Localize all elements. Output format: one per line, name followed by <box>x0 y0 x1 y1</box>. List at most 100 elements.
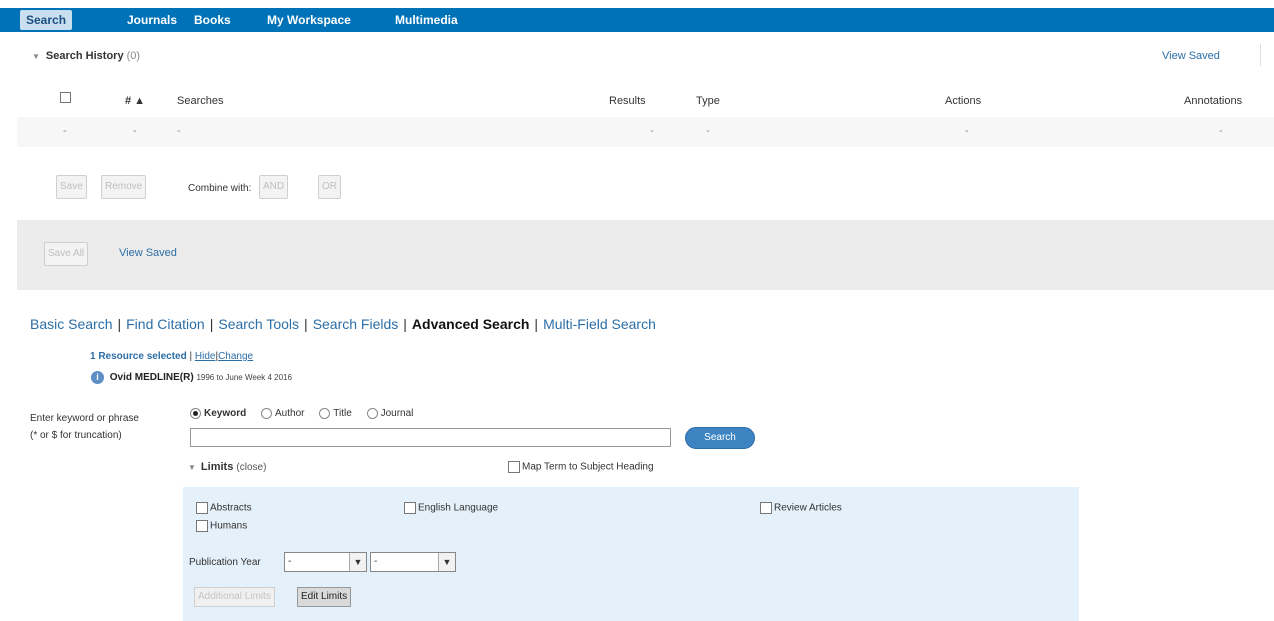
column-number-sort[interactable]: # ▲ <box>125 95 145 107</box>
publication-year-label: Publication Year <box>189 557 261 568</box>
truncation-hint: (* or $ for truncation) <box>30 430 122 441</box>
limit-english-language[interactable]: English Language <box>404 502 498 514</box>
chevron-down-icon: ▼ <box>438 553 455 571</box>
limit-review-articles[interactable]: Review Articles <box>760 502 842 514</box>
radio-button-icon <box>319 408 331 419</box>
tab-find-citation[interactable]: Find Citation <box>126 316 205 332</box>
table-cell: - <box>1219 125 1223 137</box>
nav-tab-my-workspace[interactable]: My Workspace <box>261 10 357 30</box>
nav-tab-multimedia[interactable]: Multimedia <box>389 10 464 30</box>
column-type: Type <box>696 95 720 107</box>
separator: | <box>189 351 193 362</box>
search-mode-tabs: Basic Search | Find Citation | Search Tools |… <box>30 316 656 332</box>
resources-selected: 1 Resource selected | Hide|Change <box>90 351 253 362</box>
top-navigation: Search Journals Books My Workspace Multi… <box>0 0 1274 36</box>
tab-multi-field-search[interactable]: Multi-Field Search <box>543 316 656 332</box>
hide-link[interactable]: Hide <box>195 351 216 362</box>
map-term-checkbox[interactable] <box>508 461 520 473</box>
humans-checkbox[interactable] <box>196 520 208 532</box>
english-language-checkbox[interactable] <box>404 502 416 514</box>
tab-search-tools[interactable]: Search Tools <box>218 316 299 332</box>
table-cell: - <box>63 125 67 137</box>
publication-year-to-select[interactable]: - ▼ <box>370 552 456 572</box>
separator: | <box>209 316 214 332</box>
or-button[interactable]: OR <box>318 175 341 199</box>
search-history-content: ▼ Search History (0) View Saved # ▲ Searc… <box>17 36 1274 220</box>
radio-label: Journal <box>380 408 414 420</box>
additional-limits-button[interactable]: Additional Limits <box>194 587 275 607</box>
remove-button[interactable]: Remove <box>101 175 147 199</box>
view-saved-link[interactable]: View Saved <box>1162 50 1220 62</box>
chevron-down-icon: ▼ <box>349 553 366 571</box>
review-articles-label: Review Articles <box>774 502 842 514</box>
select-all-checkbox[interactable] <box>60 92 71 103</box>
collapse-triangle-icon: ▼ <box>32 52 40 61</box>
table-cell: - <box>650 125 654 137</box>
radio-journal[interactable]: Journal <box>366 408 414 420</box>
review-articles-checkbox[interactable] <box>760 502 772 514</box>
change-link[interactable]: Change <box>218 351 253 362</box>
table-cell: - <box>706 125 710 137</box>
column-searches: Searches <box>177 95 224 107</box>
table-cell: - <box>965 125 969 137</box>
year-to-value: - <box>374 556 378 567</box>
nav-tab-search[interactable]: Search <box>20 10 73 30</box>
radio-button-icon <box>366 408 378 419</box>
separator: | <box>403 316 407 332</box>
map-term-option[interactable]: Map Term to Subject Heading <box>508 461 654 473</box>
and-button[interactable]: AND <box>259 175 289 199</box>
save-all-button[interactable]: Save All <box>44 242 89 266</box>
database-line: i Ovid MEDLINE(R) 1996 to June Week 4 20… <box>91 371 292 384</box>
tab-search-fields[interactable]: Search Fields <box>313 316 399 332</box>
search-history-title: Search History <box>45 50 124 62</box>
view-saved-link-bottom[interactable]: View Saved <box>119 247 177 259</box>
nav-tab-books[interactable]: Books <box>188 10 237 30</box>
radio-label: Author <box>275 408 305 420</box>
search-history-count: (0) <box>126 50 141 62</box>
limits-toggle[interactable]: ▼ Limits (close) <box>188 461 266 473</box>
limits-close-link[interactable]: (close) <box>236 462 266 473</box>
edit-limits-button[interactable]: Edit Limits <box>297 587 352 607</box>
tab-advanced-search[interactable]: Advanced Search <box>412 316 530 332</box>
column-actions: Actions <box>945 95 982 107</box>
radio-button-icon <box>190 408 201 419</box>
separator: | <box>304 316 308 332</box>
panel-scrollbar[interactable] <box>1260 44 1270 66</box>
combine-with-label: Combine with: <box>188 183 252 194</box>
radio-keyword[interactable]: Keyword <box>190 408 246 419</box>
abstracts-label: Abstracts <box>210 502 252 514</box>
limit-abstracts[interactable]: Abstracts <box>196 502 252 514</box>
search-input[interactable] <box>190 428 671 447</box>
limits-panel: Abstracts English Language Review Articl… <box>183 487 1079 621</box>
table-cell: - <box>177 125 181 137</box>
english-language-label: English Language <box>418 502 499 514</box>
resources-selected-text: 1 Resource selected <box>90 351 187 362</box>
search-history-toggle[interactable]: ▼ Search History (0) <box>32 50 140 62</box>
radio-label: Keyword <box>204 408 247 420</box>
search-type-radios: Keyword Author Title Journal <box>190 408 425 419</box>
keyword-label: Enter keyword or phrase <box>30 413 139 424</box>
publication-year-from-select[interactable]: - ▼ <box>284 552 367 572</box>
limit-humans[interactable]: Humans <box>196 520 247 532</box>
radio-label: Title <box>333 408 352 420</box>
radio-author[interactable]: Author <box>261 408 304 419</box>
table-cell: - <box>133 125 137 137</box>
limits-title: Limits <box>200 461 234 473</box>
tab-basic-search[interactable]: Basic Search <box>30 316 112 332</box>
search-history-panel: ▼ Search History (0) View Saved # ▲ Searc… <box>17 36 1274 290</box>
nav-tab-journals[interactable]: Journals <box>121 10 183 30</box>
abstracts-checkbox[interactable] <box>196 502 208 514</box>
separator: | <box>117 316 122 332</box>
column-annotations: Annotations <box>1184 95 1243 107</box>
radio-button-icon <box>261 408 273 419</box>
humans-label: Humans <box>210 520 248 532</box>
year-from-value: - <box>288 556 292 567</box>
radio-title[interactable]: Title <box>319 408 352 419</box>
database-name: Ovid MEDLINE(R) <box>109 372 194 384</box>
table-row <box>17 117 1274 147</box>
map-term-label: Map Term to Subject Heading <box>522 461 654 473</box>
save-button[interactable]: Save <box>56 175 87 199</box>
search-button[interactable]: Search <box>685 427 755 449</box>
collapse-triangle-icon: ▼ <box>188 463 196 472</box>
info-icon[interactable]: i <box>91 371 104 384</box>
